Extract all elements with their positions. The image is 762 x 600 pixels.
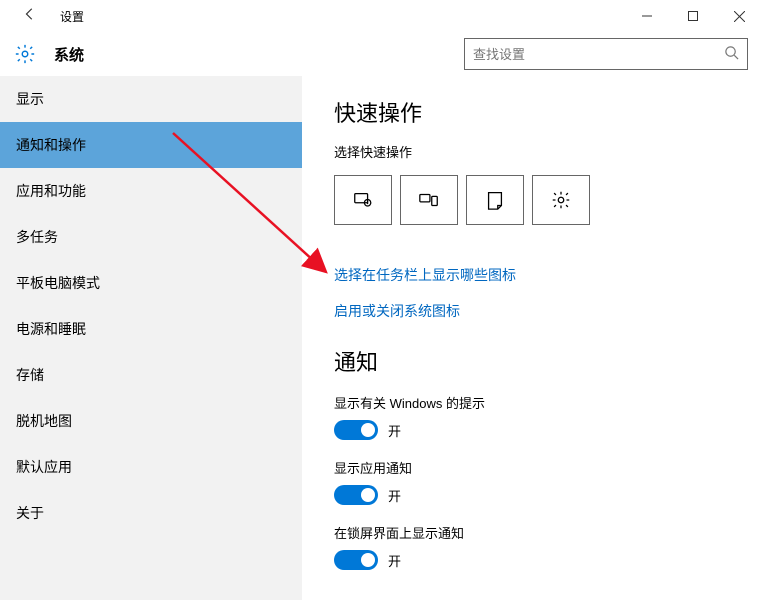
toggle-switch[interactable] — [334, 485, 378, 505]
sidebar-item-2[interactable]: 应用和功能 — [0, 168, 302, 214]
system-icons-link[interactable]: 启用或关闭系统图标 — [334, 301, 762, 321]
toggle-label: 在锁屏界面上显示通知 — [334, 523, 762, 542]
sidebar-item-4[interactable]: 平板电脑模式 — [0, 260, 302, 306]
sidebar-item-9[interactable]: 关于 — [0, 490, 302, 536]
sidebar: 显示通知和操作应用和功能多任务平板电脑模式电源和睡眠存储脱机地图默认应用关于 — [0, 76, 302, 600]
search-icon — [724, 45, 739, 63]
toggle-state: 开 — [388, 486, 401, 505]
taskbar-icons-link[interactable]: 选择在任务栏上显示哪些图标 — [334, 265, 762, 285]
quick-action-tablet[interactable] — [334, 175, 392, 225]
toggle-switch[interactable] — [334, 550, 378, 570]
sidebar-item-1[interactable]: 通知和操作 — [0, 122, 302, 168]
quick-action-settings[interactable] — [532, 175, 590, 225]
sidebar-item-8[interactable]: 默认应用 — [0, 444, 302, 490]
quick-action-connect[interactable] — [400, 175, 458, 225]
toggle-label: 显示有关 Windows 的提示 — [334, 393, 762, 412]
settings-icon — [14, 43, 36, 65]
quick-actions-sub: 选择快速操作 — [334, 142, 762, 161]
window-title: 设置 — [60, 8, 84, 25]
toggle-switch[interactable] — [334, 420, 378, 440]
toggle-row-0: 显示有关 Windows 的提示开 — [334, 393, 762, 440]
maximize-button[interactable] — [670, 0, 716, 32]
category-title: 系统 — [54, 44, 84, 65]
content-pane: 快速操作 选择快速操作 选择在任务栏上显示哪些图标 启用或关闭系统图标 通知 显… — [302, 76, 762, 600]
toggle-state: 开 — [388, 551, 401, 570]
search-box[interactable] — [464, 38, 748, 70]
quick-actions-heading: 快速操作 — [334, 96, 762, 128]
notifications-heading: 通知 — [334, 345, 762, 377]
sidebar-item-0[interactable]: 显示 — [0, 76, 302, 122]
quick-action-note[interactable] — [466, 175, 524, 225]
toggle-row-1: 显示应用通知开 — [334, 458, 762, 505]
back-button[interactable] — [18, 7, 42, 26]
sidebar-item-6[interactable]: 存储 — [0, 352, 302, 398]
close-button[interactable] — [716, 0, 762, 32]
sidebar-item-7[interactable]: 脱机地图 — [0, 398, 302, 444]
search-input[interactable] — [473, 47, 724, 62]
sidebar-item-3[interactable]: 多任务 — [0, 214, 302, 260]
toggle-label: 显示应用通知 — [334, 458, 762, 477]
minimize-button[interactable] — [624, 0, 670, 32]
toggle-state: 开 — [388, 421, 401, 440]
toggle-row-2: 在锁屏界面上显示通知开 — [334, 523, 762, 570]
sidebar-item-5[interactable]: 电源和睡眠 — [0, 306, 302, 352]
